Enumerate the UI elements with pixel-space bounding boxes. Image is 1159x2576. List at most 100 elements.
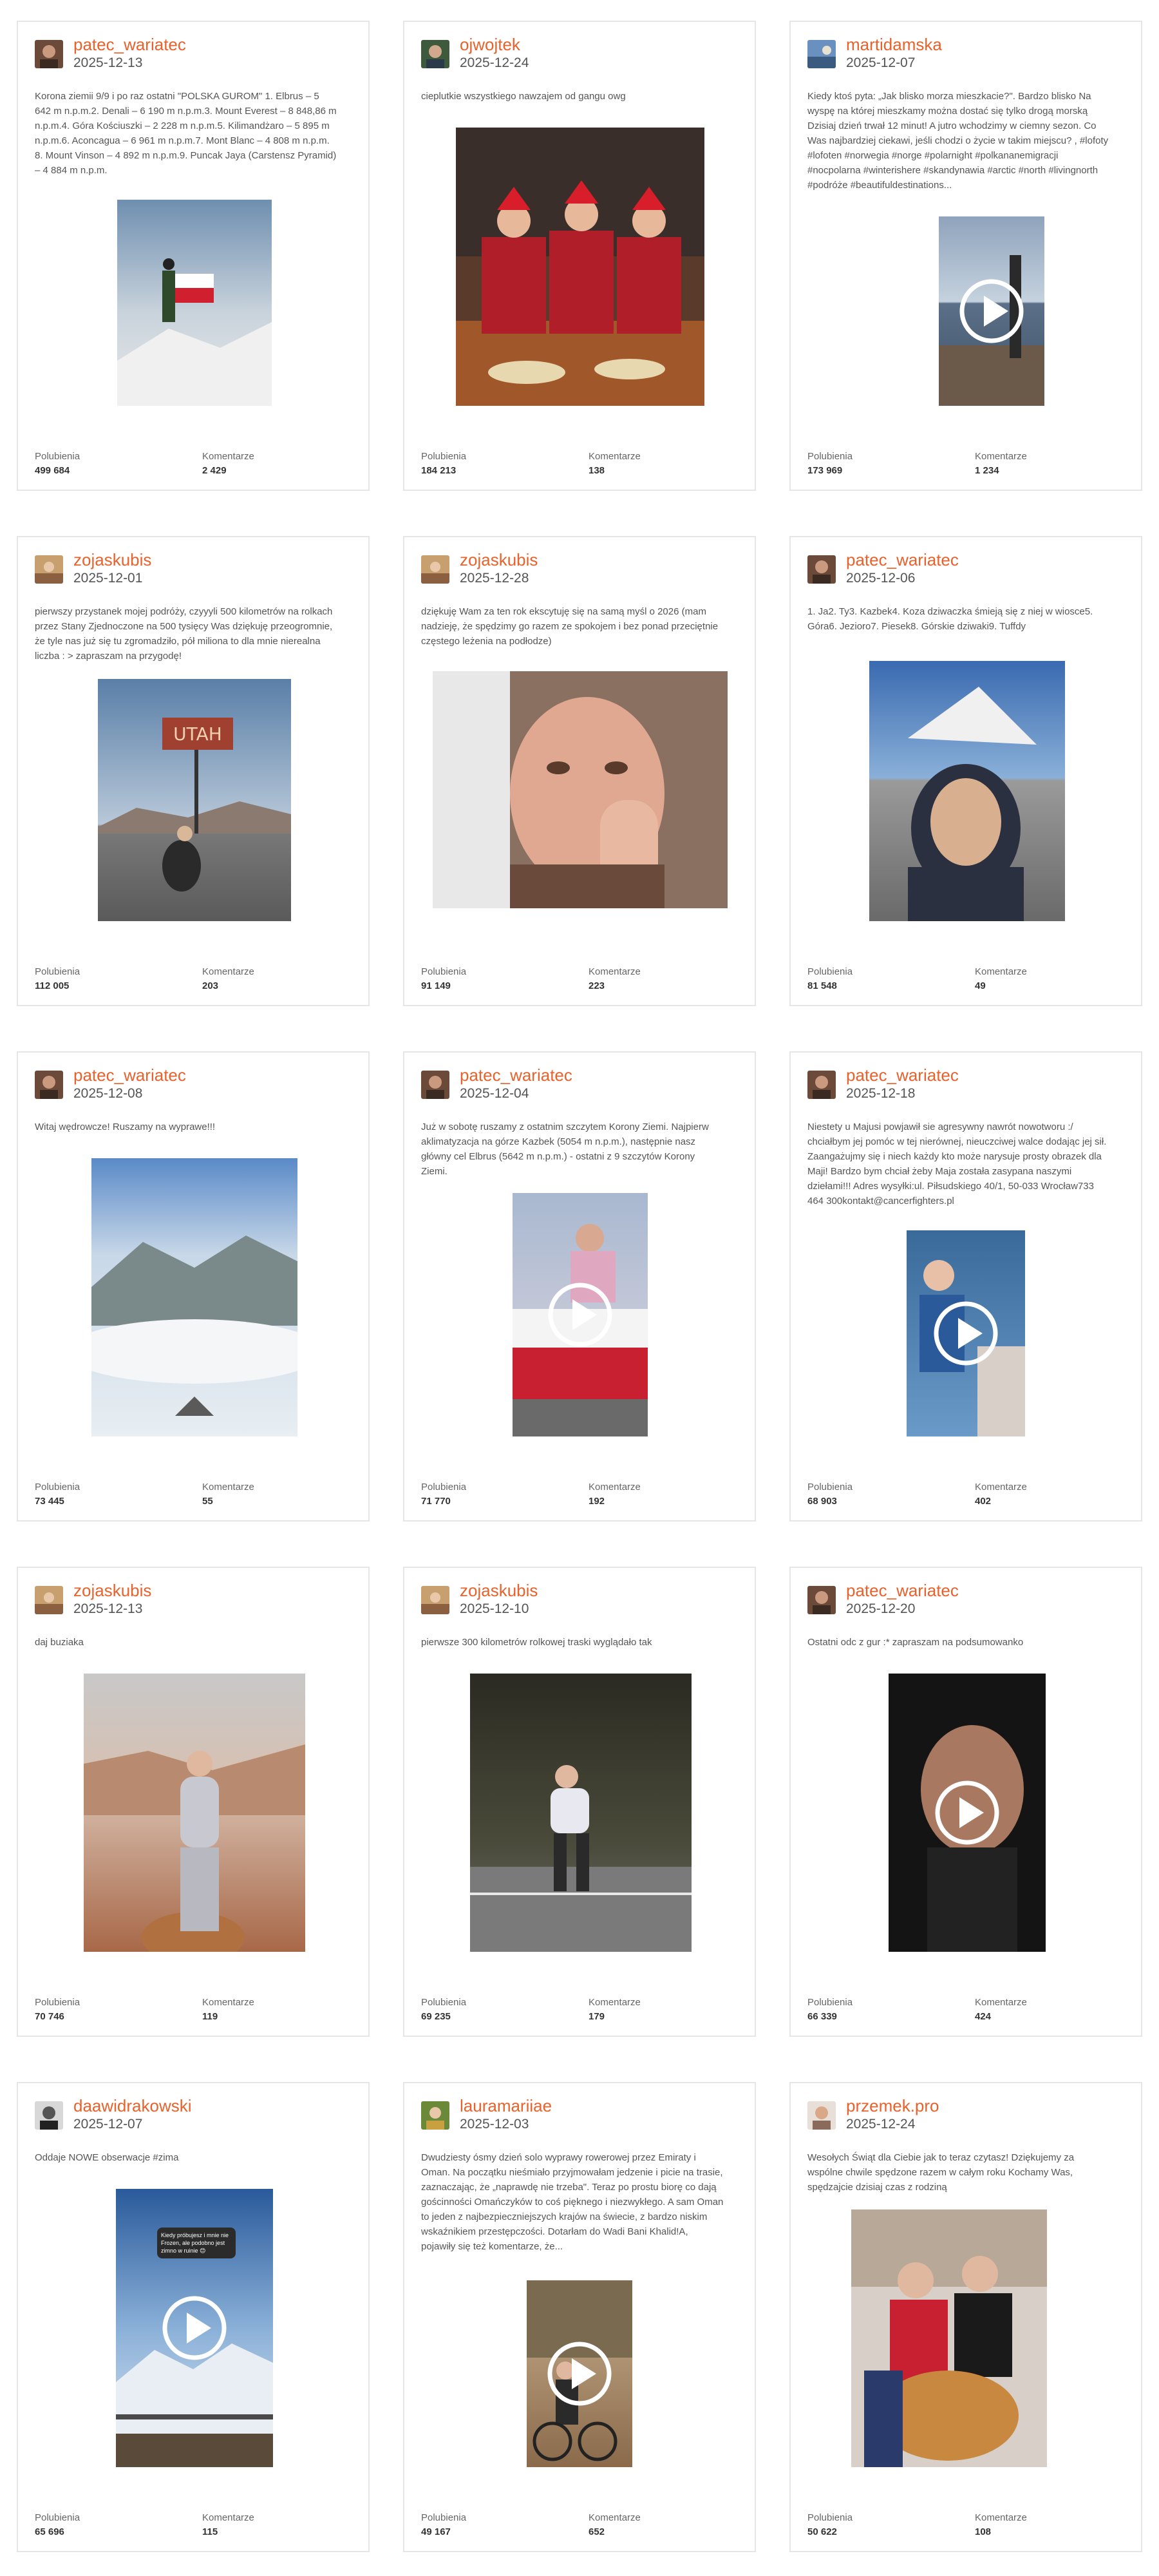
avatar[interactable] bbox=[421, 1586, 449, 1614]
username[interactable]: patec_wariatec bbox=[846, 1581, 959, 1601]
play-icon[interactable] bbox=[958, 278, 1025, 345]
avatar[interactable] bbox=[421, 40, 449, 68]
username[interactable]: daawidrakowski bbox=[73, 2096, 192, 2116]
post-video[interactable] bbox=[907, 1230, 1025, 1436]
play-icon[interactable] bbox=[161, 2295, 228, 2361]
post-card[interactable]: martidamska 2025-12-07 Kiedy ktoś pyta: … bbox=[789, 21, 1142, 491]
username[interactable]: zojaskubis bbox=[73, 550, 151, 570]
likes-count: 50 622 bbox=[807, 2526, 837, 2537]
post-card[interactable]: patec_wariatec 2025-12-18 Niestety u Maj… bbox=[789, 1051, 1142, 1522]
username[interactable]: lauramariiae bbox=[460, 2096, 552, 2116]
avatar[interactable] bbox=[421, 1071, 449, 1099]
username[interactable]: zojaskubis bbox=[460, 1581, 538, 1601]
likes-count: 65 696 bbox=[35, 2526, 64, 2537]
post-caption: Już w sobotę ruszamy z ostatnim szczytem… bbox=[421, 1121, 709, 1177]
likes-label: Polubienia bbox=[807, 451, 853, 462]
avatar[interactable] bbox=[807, 2101, 836, 2130]
username[interactable]: patec_wariatec bbox=[846, 550, 959, 570]
post-image[interactable] bbox=[91, 1158, 297, 1436]
post-card[interactable]: patec_wariatec 2025-12-06 1. Ja2. Ty3. K… bbox=[789, 536, 1142, 1006]
post-card[interactable]: patec_wariatec 2025-12-08 Witaj wędrowcz… bbox=[17, 1051, 370, 1522]
post-card[interactable]: patec_wariatec 2025-12-20 Ostatni odc z … bbox=[789, 1567, 1142, 2037]
username[interactable]: ojwojtek bbox=[460, 35, 520, 55]
likes-count: 112 005 bbox=[35, 980, 70, 991]
comments-label: Komentarze bbox=[589, 2512, 641, 2523]
username[interactable]: patec_wariatec bbox=[460, 1065, 572, 1085]
post-video[interactable]: Kiedy próbujesz i mnie nie Frozen, ale p… bbox=[116, 2189, 273, 2467]
post-image[interactable]: UTAH bbox=[98, 679, 291, 921]
likes-label: Polubienia bbox=[35, 451, 80, 462]
avatar[interactable] bbox=[421, 555, 449, 584]
avatar[interactable] bbox=[35, 555, 63, 584]
post-card[interactable]: zojaskubis 2025-12-01 pierwszy przystane… bbox=[17, 536, 370, 1006]
avatar[interactable] bbox=[35, 1071, 63, 1099]
likes-label: Polubienia bbox=[35, 966, 80, 977]
username[interactable]: przemek.pro bbox=[846, 2096, 939, 2116]
play-icon[interactable] bbox=[932, 1300, 999, 1367]
avatar[interactable] bbox=[807, 1586, 836, 1614]
post-caption: Niestety u Majusi powjawił sie agresywny… bbox=[807, 1121, 1107, 1207]
comments-count: 108 bbox=[975, 2526, 992, 2537]
username[interactable]: patec_wariatec bbox=[846, 1065, 959, 1085]
post-image[interactable] bbox=[456, 128, 704, 406]
comments-label: Komentarze bbox=[975, 451, 1027, 462]
post-caption: cieplutkie wszystkiego nawzajem od gangu… bbox=[421, 91, 626, 102]
post-caption: Witaj wędrowcze! Ruszamy na wyprawe!!! bbox=[35, 1121, 216, 1132]
play-icon[interactable] bbox=[934, 1779, 1001, 1846]
avatar[interactable] bbox=[35, 1586, 63, 1614]
post-video[interactable] bbox=[527, 2280, 632, 2467]
post-date: 2025-12-06 bbox=[846, 571, 916, 586]
post-video[interactable] bbox=[939, 216, 1044, 406]
comments-label: Komentarze bbox=[589, 451, 641, 462]
avatar[interactable] bbox=[807, 555, 836, 584]
comments-label: Komentarze bbox=[589, 966, 641, 977]
avatar[interactable] bbox=[421, 2101, 449, 2130]
post-card[interactable]: zojaskubis 2025-12-28 dziękuję Wam za te… bbox=[403, 536, 756, 1006]
post-card[interactable]: przemek.pro 2025-12-24 Wesołych Świąt dl… bbox=[789, 2082, 1142, 2552]
likes-label: Polubienia bbox=[421, 1482, 467, 1493]
username[interactable]: zojaskubis bbox=[460, 550, 538, 570]
username[interactable]: patec_wariatec bbox=[73, 1065, 186, 1085]
likes-count: 69 235 bbox=[421, 2011, 451, 2022]
avatar[interactable] bbox=[807, 40, 836, 68]
avatar[interactable] bbox=[807, 1071, 836, 1099]
post-caption: pierwszy przystanek mojej podróży, czyyy… bbox=[35, 606, 333, 662]
username[interactable]: patec_wariatec bbox=[73, 35, 186, 55]
post-video[interactable] bbox=[889, 1674, 1046, 1952]
play-icon[interactable] bbox=[546, 2340, 613, 2407]
post-date: 2025-12-10 bbox=[460, 1601, 529, 1616]
post-caption: daj buziaka bbox=[35, 1637, 84, 1648]
play-icon[interactable] bbox=[547, 1281, 614, 1348]
video-text-overlay: Kiedy próbujesz i mnie nie Frozen, ale p… bbox=[157, 2228, 236, 2258]
post-card[interactable]: lauramariiae 2025-12-03 Dwudziesty ósmy … bbox=[403, 2082, 756, 2552]
post-card[interactable]: ojwojtek 2025-12-24 cieplutkie wszystkie… bbox=[403, 21, 756, 491]
post-image[interactable] bbox=[470, 1674, 692, 1952]
likes-label: Polubienia bbox=[421, 2512, 467, 2523]
avatar[interactable] bbox=[35, 2101, 63, 2130]
comments-count: 115 bbox=[202, 2526, 218, 2537]
post-image[interactable] bbox=[433, 671, 728, 908]
likes-label: Polubienia bbox=[421, 1997, 467, 2008]
likes-label: Polubienia bbox=[807, 966, 853, 977]
post-image[interactable] bbox=[84, 1674, 305, 1952]
post-date: 2025-12-13 bbox=[73, 55, 143, 70]
post-card[interactable]: zojaskubis 2025-12-13 daj buziaka Polubi… bbox=[17, 1567, 370, 2037]
comments-label: Komentarze bbox=[202, 966, 254, 977]
comments-count: 138 bbox=[589, 465, 605, 476]
username[interactable]: zojaskubis bbox=[73, 1581, 151, 1601]
username[interactable]: martidamska bbox=[846, 35, 942, 55]
post-image[interactable] bbox=[869, 661, 1065, 921]
post-image[interactable] bbox=[851, 2209, 1047, 2467]
avatar[interactable] bbox=[35, 40, 63, 68]
post-card[interactable]: patec_wariatec 2025-12-04 Już w sobotę r… bbox=[403, 1051, 756, 1522]
likes-label: Polubienia bbox=[35, 1997, 80, 2008]
comments-count: 223 bbox=[589, 980, 605, 991]
post-card[interactable]: daawidrakowski 2025-12-07 Oddaje NOWE ob… bbox=[17, 2082, 370, 2552]
post-video[interactable] bbox=[513, 1193, 648, 1436]
post-card[interactable]: zojaskubis 2025-12-10 pierwsze 300 kilom… bbox=[403, 1567, 756, 2037]
post-card[interactable]: patec_wariatec 2025-12-13 Korona ziemii … bbox=[17, 21, 370, 491]
post-date: 2025-12-20 bbox=[846, 1601, 916, 1616]
comments-label: Komentarze bbox=[975, 1997, 1027, 2008]
comments-count: 652 bbox=[589, 2526, 605, 2537]
post-image[interactable] bbox=[117, 200, 272, 406]
